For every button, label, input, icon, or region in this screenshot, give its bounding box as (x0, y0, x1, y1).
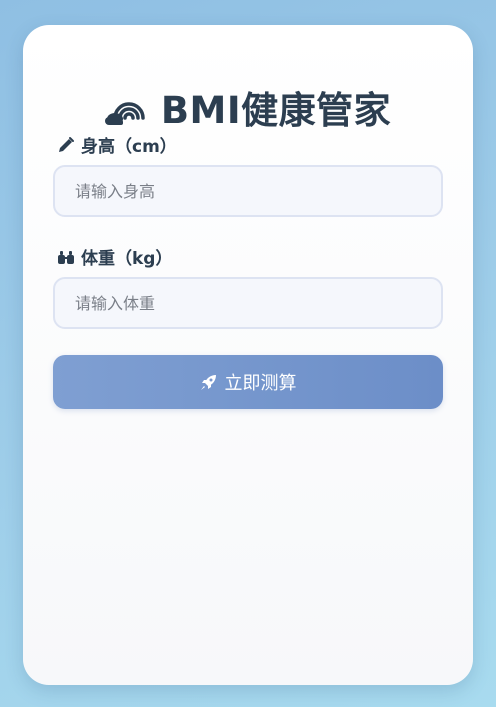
calculate-button-label: 立即测算 (224, 373, 297, 394)
height-input[interactable] (53, 165, 443, 217)
ruler-pencil-icon (57, 136, 75, 154)
rocket-icon (200, 374, 217, 391)
calculate-button[interactable]: 立即测算 (53, 355, 443, 409)
weight-input[interactable] (53, 277, 443, 329)
rainbow-cloud-icon (104, 92, 149, 125)
height-label-text: 身高（cm） (81, 137, 177, 157)
page-title: BMI健康管家 (23, 79, 473, 135)
app-title-text: BMI健康管家 (160, 89, 392, 132)
weight-label: 体重（kg） (57, 244, 172, 269)
weight-label-text: 体重（kg） (81, 249, 173, 269)
height-label: 身高（cm） (57, 132, 177, 157)
weight-icon (57, 248, 75, 266)
